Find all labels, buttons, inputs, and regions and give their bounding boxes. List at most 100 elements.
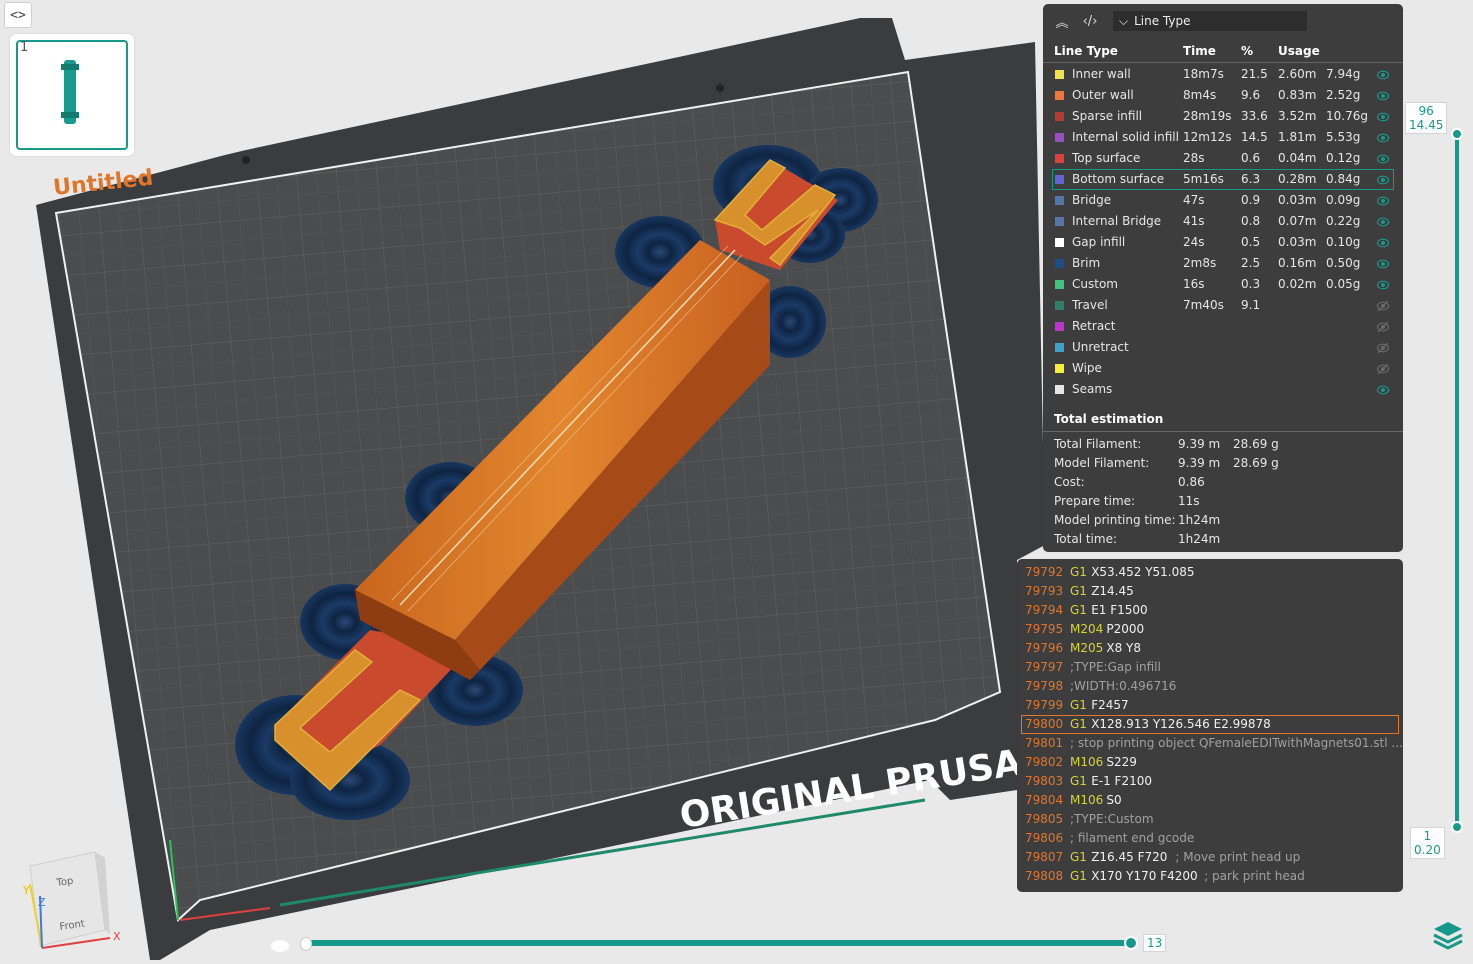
move-slider-left-knob[interactable] xyxy=(300,937,312,951)
gcode-line[interactable]: 79797 ;TYPE:Gap infill xyxy=(1017,658,1403,677)
line-type-name: Custom xyxy=(1072,277,1118,291)
code-brackets-icon: <> xyxy=(10,7,26,23)
eye-icon[interactable] xyxy=(1377,69,1389,81)
eye-icon[interactable] xyxy=(1377,90,1389,102)
gcode-line[interactable]: 79808 G1 X170 Y170 F4200 ; park print head xyxy=(1017,867,1403,886)
layer-slider-track[interactable] xyxy=(1455,134,1459,828)
eye-off-icon[interactable] xyxy=(1377,321,1389,333)
legend-row[interactable]: Unretract xyxy=(1043,337,1403,358)
eye-icon[interactable] xyxy=(1377,111,1389,123)
plate-thumbnail[interactable]: 1 xyxy=(10,34,134,156)
bottom-layer-height: 0.20 xyxy=(1414,843,1441,857)
gcode-line[interactable]: 79807 G1 Z16.45 F720 ; Move print head up xyxy=(1017,848,1403,867)
eye-icon[interactable] xyxy=(1377,216,1389,228)
gcode-line[interactable]: 79804 M106 S0 xyxy=(1017,791,1403,810)
line-type-percent: 2.5 xyxy=(1241,256,1261,270)
gcode-line[interactable]: 79806 ; filament end gcode xyxy=(1017,829,1403,848)
gcode-command: M106 xyxy=(1070,793,1104,807)
line-type-length: 2.60m xyxy=(1278,67,1317,81)
line-type-length: 1.81m xyxy=(1278,130,1317,144)
legend-row[interactable]: Bridge 47s 0.9 0.03m 0.09g xyxy=(1043,190,1403,211)
gcode-line-number: 79795 xyxy=(1025,622,1064,636)
header-pct: % xyxy=(1241,44,1254,58)
legend-row[interactable]: Travel 7m40s 9.1 xyxy=(1043,295,1403,316)
line-type-percent: 0.5 xyxy=(1241,235,1261,249)
line-type-name: Travel xyxy=(1072,298,1108,312)
axis-y-label: Y xyxy=(22,884,30,897)
move-slider-track[interactable] xyxy=(303,940,1131,946)
line-type-name: Outer wall xyxy=(1072,88,1134,102)
eye-off-icon[interactable] xyxy=(1377,342,1389,354)
view-type-select[interactable]: ⌵ Line Type xyxy=(1113,11,1307,31)
layers-icon[interactable] xyxy=(1431,918,1465,952)
gcode-args: S229 xyxy=(1106,755,1137,769)
code-view-icon[interactable]: ‹/› xyxy=(1081,14,1099,29)
legend-row[interactable]: Brim 2m8s 2.5 0.16m 0.50g xyxy=(1043,253,1403,274)
gcode-comment: ; stop printing object QFemaleEDITwithMa… xyxy=(1070,736,1403,750)
total-value-2: 28.69 g xyxy=(1233,456,1279,470)
view-cube[interactable]: Top Front X Y Z xyxy=(22,851,121,949)
legend-row[interactable]: Seams xyxy=(1043,379,1403,400)
legend-row[interactable]: Bottom surface 5m16s 6.3 0.28m 0.84g xyxy=(1052,169,1394,190)
eye-icon[interactable] xyxy=(1377,258,1389,270)
gcode-command: M106 xyxy=(1070,755,1104,769)
total-key: Total time: xyxy=(1054,532,1117,546)
legend-row[interactable]: Gap infill 24s 0.5 0.03m 0.10g xyxy=(1043,232,1403,253)
layer-slider-top-knob[interactable] xyxy=(1451,128,1463,140)
move-slider-right-knob[interactable] xyxy=(1124,936,1138,950)
gcode-args: X8 Y8 xyxy=(1106,641,1142,655)
gcode-line-number: 79804 xyxy=(1025,793,1064,807)
eye-icon[interactable] xyxy=(1377,153,1389,165)
gcode-line[interactable]: 79805 ;TYPE:Custom xyxy=(1017,810,1403,829)
line-type-length: 0.83m xyxy=(1278,88,1317,102)
line-type-time: 7m40s xyxy=(1183,298,1224,312)
gcode-command: G1 xyxy=(1070,774,1087,788)
total-value: 0.86 xyxy=(1178,475,1205,489)
legend-row[interactable]: Sparse infill 28m19s 33.6 3.52m 10.76g xyxy=(1043,106,1403,127)
gcode-args: X128.913 Y126.546 E2.99878 xyxy=(1091,717,1271,731)
legend-row[interactable]: Wipe xyxy=(1043,358,1403,379)
gcode-viewer[interactable]: 79792 G1 X53.452 Y51.085 79793 G1 Z14.45 79794… xyxy=(1017,559,1403,892)
gcode-line[interactable]: 79793 G1 Z14.45 xyxy=(1017,582,1403,601)
gcode-line[interactable]: 79795 M204 P2000 xyxy=(1017,620,1403,639)
legend-row[interactable]: Custom 16s 0.3 0.02m 0.05g xyxy=(1043,274,1403,295)
gcode-args: P2000 xyxy=(1106,622,1145,636)
line-type-time: 28m19s xyxy=(1183,109,1232,123)
gcode-line[interactable]: 79802 M106 S229 xyxy=(1017,753,1403,772)
gcode-line[interactable]: 79801 ; stop printing object QFemaleEDITw… xyxy=(1017,734,1403,753)
total-key: Model Filament: xyxy=(1054,456,1150,470)
eye-icon[interactable] xyxy=(1377,195,1389,207)
gcode-line[interactable]: 79794 G1 E1 F1500 xyxy=(1017,601,1403,620)
total-row: Total Filament: 9.39 m 28.69 g xyxy=(1043,435,1403,454)
top-layer-height: 14.45 xyxy=(1409,118,1444,132)
legend-row[interactable]: Top surface 28s 0.6 0.04m 0.12g xyxy=(1043,148,1403,169)
eye-off-icon[interactable] xyxy=(1377,300,1389,312)
gcode-line[interactable]: 79798 ;WIDTH:0.496716 xyxy=(1017,677,1403,696)
gcode-comment: ; Move print head up xyxy=(1175,850,1301,864)
eye-icon[interactable] xyxy=(1377,384,1389,396)
collapse-sidebar-button[interactable]: <> xyxy=(4,2,32,28)
chevron-down-icon: ⌵ xyxy=(1119,13,1129,28)
gcode-line[interactable]: 79799 G1 F2457 xyxy=(1017,696,1403,715)
eye-icon[interactable] xyxy=(1377,174,1389,186)
color-swatch xyxy=(1055,196,1064,205)
legend-row[interactable]: Outer wall 8m4s 9.6 0.83m 2.52g xyxy=(1043,85,1403,106)
eye-icon[interactable] xyxy=(1377,132,1389,144)
legend-row[interactable]: Retract xyxy=(1043,316,1403,337)
layer-top-label: 96 14.45 xyxy=(1405,102,1448,134)
gcode-line[interactable]: 79796 M205 X8 Y8 xyxy=(1017,639,1403,658)
gcode-line[interactable]: 79803 G1 E-1 F2100 xyxy=(1017,772,1403,791)
gcode-line[interactable]: 79800 G1 X128.913 Y126.546 E2.99878 xyxy=(1021,715,1399,734)
legend-row[interactable]: Inner wall 18m7s 21.5 2.60m 7.94g xyxy=(1043,64,1403,85)
eye-icon[interactable] xyxy=(1377,237,1389,249)
legend-row[interactable]: Internal Bridge 41s 0.8 0.07m 0.22g xyxy=(1043,211,1403,232)
collapse-up-icon[interactable]: ︽ xyxy=(1053,12,1071,31)
gcode-line[interactable]: 79792 G1 X53.452 Y51.085 xyxy=(1017,563,1403,582)
layer-slider-bottom-knob[interactable] xyxy=(1451,821,1463,833)
eye-off-icon[interactable] xyxy=(1377,363,1389,375)
eye-icon[interactable] xyxy=(1377,279,1389,291)
gcode-command: G1 xyxy=(1070,717,1087,731)
move-slider-value: 13 xyxy=(1143,934,1167,952)
legend-row[interactable]: Internal solid infill 12m12s 14.5 1.81m 5.53… xyxy=(1043,127,1403,148)
gcode-args: X53.452 Y51.085 xyxy=(1091,565,1195,579)
